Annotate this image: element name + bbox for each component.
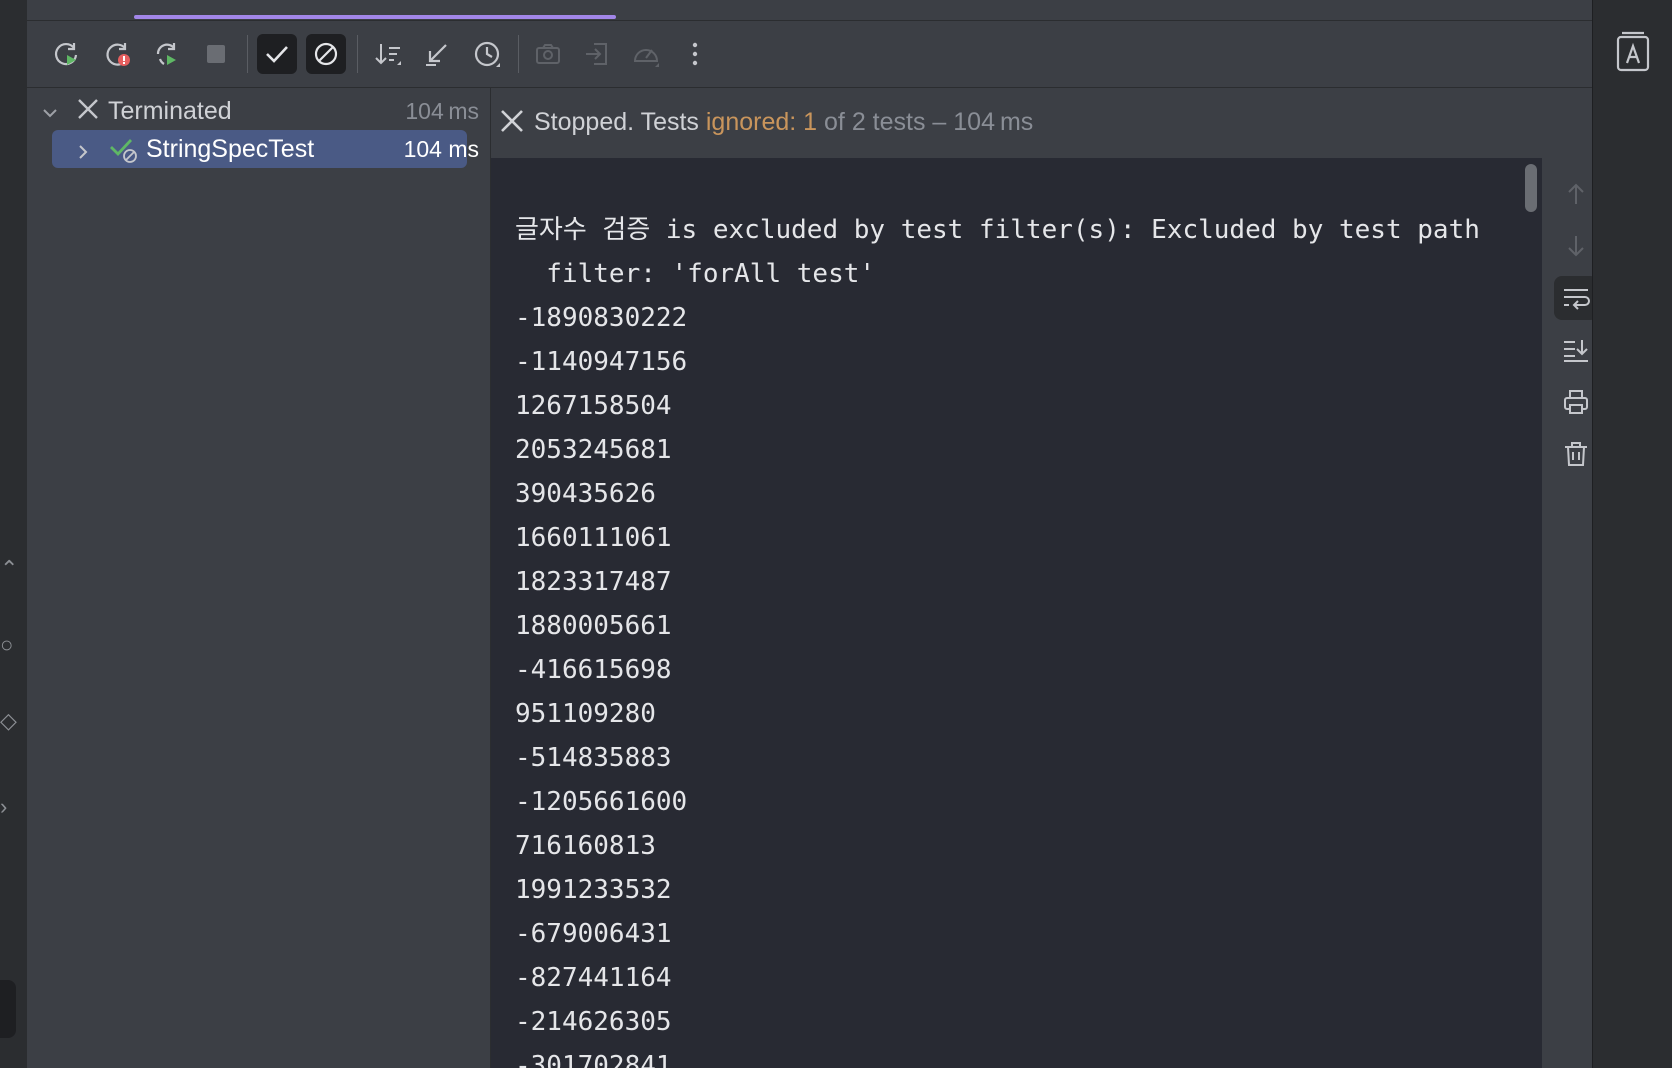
tree-item-label: StringSpecTest — [146, 134, 315, 163]
stopped-x-icon — [499, 108, 525, 141]
console-line: -1890830222 — [515, 303, 688, 333]
status-bar: Stopped. Tests ignored: 1 of 2 tests – 1… — [491, 88, 1592, 156]
tree-item-stringspectest[interactable]: StringSpecTest 104 ms — [52, 130, 479, 168]
left-tool-strip: ⌃ ○ ◇ › — [0, 0, 28, 1068]
console-line: -514835883 — [515, 743, 672, 773]
console-line: filter: 'forAll test' — [515, 259, 876, 289]
console-line: -679006431 — [515, 919, 672, 949]
run-tool-window: Terminated 104 ms StringSpecTest 104 ms … — [27, 0, 1598, 1068]
circle-icon[interactable]: ○ — [0, 632, 13, 658]
rerun-failed-icon[interactable] — [98, 34, 138, 74]
console-line: -827441164 — [515, 963, 672, 993]
console-line: -301702841 — [515, 1051, 672, 1068]
tree-root-label: Terminated — [108, 96, 232, 125]
speedometer-icon[interactable] — [626, 34, 666, 74]
chevron-right-icon[interactable] — [74, 139, 92, 168]
chevron-icon[interactable]: ⌃ — [0, 556, 18, 582]
run-toolbar — [27, 21, 1592, 88]
passed-ignored-icon — [109, 135, 139, 172]
status-summary: of 2 tests – 104 ms — [817, 107, 1034, 136]
stop-icon[interactable] — [196, 34, 236, 74]
diamond-icon[interactable]: ◇ — [0, 708, 17, 734]
arrow-icon[interactable]: › — [0, 794, 7, 820]
chevron-down-icon[interactable] — [41, 100, 59, 129]
console-line: -1140947156 — [515, 347, 688, 377]
show-passed-icon[interactable] — [257, 34, 297, 74]
assistant-book-icon[interactable] — [1612, 28, 1654, 74]
tree-root-row[interactable]: Terminated 104 ms — [27, 92, 490, 130]
console-line: 글자수 검증 is excluded by test filter(s): Ex… — [515, 215, 1480, 245]
terminated-x-icon — [76, 97, 100, 128]
console-line: 1267158504 — [515, 391, 672, 421]
console-line: 1991233532 — [515, 875, 672, 905]
toolbar-separator — [247, 35, 248, 73]
sort-icon[interactable] — [368, 34, 408, 74]
tree-root-duration: 104 ms — [405, 97, 479, 124]
more-icon[interactable] — [675, 34, 715, 74]
status-text: Stopped. Tests ignored: 1 of 2 tests – 1… — [534, 108, 1033, 137]
status-ignored: ignored: 1 — [705, 107, 818, 136]
tab-strip — [27, 0, 1592, 21]
active-tab-indicator[interactable] — [134, 15, 616, 19]
tree-item-duration: 104 ms — [403, 135, 479, 162]
show-ignored-icon[interactable] — [306, 34, 346, 74]
rerun-icon[interactable] — [47, 34, 87, 74]
console-line: 1823317487 — [515, 567, 672, 597]
toolbar-separator — [357, 35, 358, 73]
console-line: 716160813 — [515, 831, 656, 861]
right-tool-strip — [1592, 0, 1672, 1068]
side-tab[interactable] — [0, 980, 16, 1038]
console-line: 951109280 — [515, 699, 656, 729]
console-line: -1205661600 — [515, 787, 688, 817]
console-output[interactable]: 글자수 검증 is excluded by test filter(s): Ex… — [491, 158, 1542, 1068]
console-line: 1660111061 — [515, 523, 672, 553]
history-icon[interactable] — [467, 34, 507, 74]
console-line: 2053245681 — [515, 435, 672, 465]
console-line: -214626305 — [515, 1007, 672, 1037]
camera-icon[interactable] — [528, 34, 568, 74]
console-line: -416615698 — [515, 655, 672, 685]
console-side-toolbar — [1542, 158, 1598, 1068]
console-scrollbar[interactable] — [1525, 164, 1537, 212]
import-icon[interactable] — [577, 34, 617, 74]
test-tree: Terminated 104 ms StringSpecTest 104 ms — [27, 88, 491, 1068]
console-text[interactable]: 글자수 검증 is excluded by test filter(s): Ex… — [515, 208, 1480, 1068]
toolbar-separator — [518, 35, 519, 73]
console-line: 1880005661 — [515, 611, 672, 641]
console-line: 390435626 — [515, 479, 656, 509]
status-stopped: Stopped. Tests — [534, 107, 706, 136]
toggle-auto-test-icon[interactable] — [147, 34, 187, 74]
collapse-icon[interactable] — [417, 34, 457, 74]
